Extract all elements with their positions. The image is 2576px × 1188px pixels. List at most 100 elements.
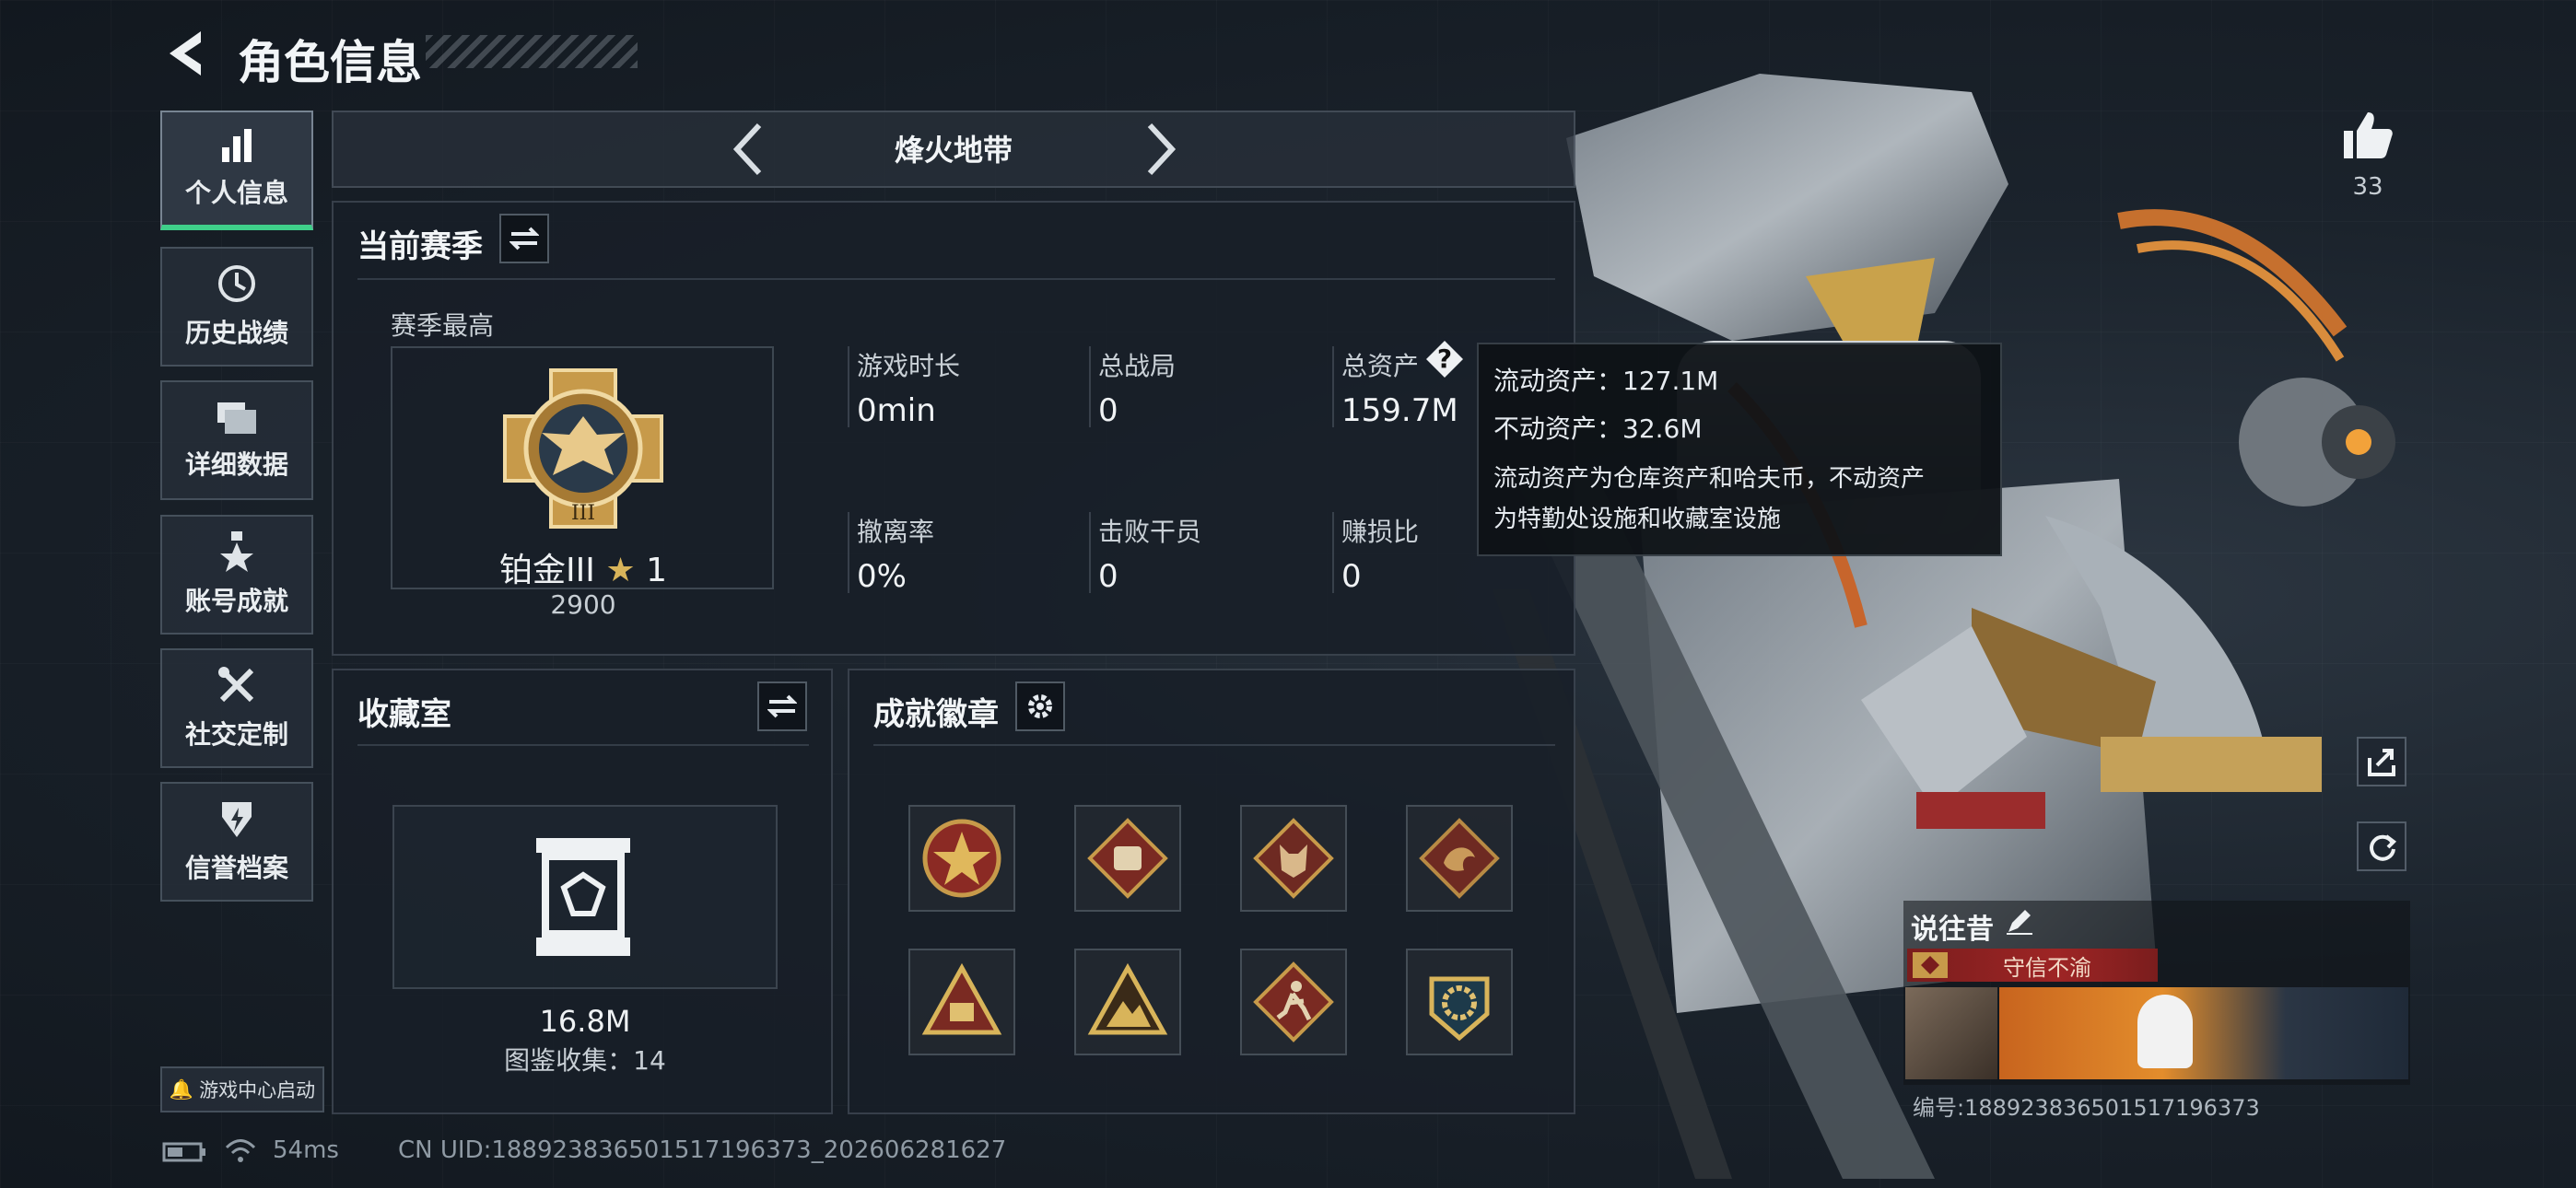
- sidebar-item-reputation[interactable]: 信誉档案: [160, 782, 313, 902]
- collection-title: 收藏室: [357, 696, 451, 733]
- tools-icon: [218, 667, 254, 703]
- launcher-label: 游戏中心启动: [199, 1079, 316, 1101]
- star-badge-icon: [922, 819, 1001, 898]
- badge-gear[interactable]: [1406, 949, 1513, 1055]
- fist-badge-icon: [1087, 818, 1168, 899]
- gear-icon: [1028, 694, 1052, 718]
- folder-icon: [217, 402, 256, 434]
- star-icon: ★: [605, 552, 636, 589]
- dragon-badge-icon: [1419, 818, 1500, 899]
- medal-icon: [220, 531, 253, 572]
- badges-settings-button[interactable]: [1015, 681, 1065, 731]
- badge-fist[interactable]: [1074, 805, 1181, 912]
- showcase-icon: [536, 838, 630, 956]
- rank-name: 铂金III: [499, 552, 595, 589]
- edit-pencil-icon[interactable]: [2005, 906, 2034, 936]
- sidebar-item-label: 个人信息: [184, 178, 288, 208]
- player-id: 编号:188923836501517196373: [1913, 1095, 2260, 1121]
- stat-label-total-matches: 总战局: [1098, 351, 1177, 381]
- divider: [1089, 512, 1091, 593]
- sidebar-item-label: 信誉档案: [184, 853, 288, 883]
- clock-icon: [218, 265, 255, 302]
- chevron-right-icon[interactable]: [1142, 122, 1179, 177]
- rank-emblem-icon: III: [503, 368, 663, 529]
- badge-wolf[interactable]: [1240, 805, 1347, 912]
- bell-icon: 🔔: [169, 1077, 194, 1101]
- sidebar-item-history[interactable]: 历史战绩: [160, 247, 313, 367]
- share-icon: [2368, 749, 2395, 776]
- rank-points: 2900: [550, 589, 616, 620]
- badge-mountain[interactable]: [1074, 949, 1181, 1055]
- sidebar-item-details[interactable]: 详细数据: [160, 380, 313, 500]
- season-title: 当前赛季: [357, 228, 483, 265]
- player-name: 说往昔: [1911, 914, 1994, 946]
- divider: [848, 512, 849, 593]
- page-title: 角色信息: [238, 36, 422, 89]
- stat-label-total-assets: 总资产: [1341, 351, 1420, 381]
- tag-emblem-icon: [1913, 952, 1948, 978]
- badge-dragon[interactable]: [1406, 805, 1513, 912]
- thumbs-up-icon[interactable]: [2340, 109, 2394, 162]
- stat-value-profit-ratio: 0: [1341, 558, 1362, 595]
- badge-runner[interactable]: [1240, 949, 1347, 1055]
- chevron-left-icon[interactable]: [730, 122, 767, 177]
- wifi-icon: [225, 1139, 256, 1162]
- refresh-button[interactable]: [2357, 821, 2406, 871]
- triangle-badge-icon: [921, 962, 1002, 1035]
- divider: [1332, 512, 1334, 593]
- season-switch-button[interactable]: [499, 214, 549, 263]
- battery-icon: [162, 1142, 205, 1162]
- ping-readout: 54ms: [273, 1136, 339, 1164]
- stat-label-operators-defeated: 击败干员: [1098, 517, 1202, 547]
- swap-icon: [767, 694, 797, 718]
- season-best-label: 赛季最高: [391, 310, 495, 341]
- tooltip-desc-line2: 为特勤处设施和收藏室设施: [1493, 506, 1782, 533]
- game-center-launch-button[interactable]: 🔔 游戏中心启动: [160, 1066, 324, 1112]
- stat-label-extraction-rate: 撤离率: [857, 517, 935, 547]
- title-tag-text: 守信不渝: [2003, 954, 2091, 981]
- runner-badge-icon: [1253, 961, 1334, 1042]
- gear-badge-icon: [1429, 976, 1490, 1042]
- like-count: 33: [2352, 173, 2383, 201]
- refresh-icon: [2370, 834, 2397, 861]
- sidebar-item-label: 详细数据: [184, 449, 288, 480]
- shield-icon: [222, 802, 252, 837]
- divider: [873, 744, 1555, 746]
- sidebar-item-label: 账号成就: [184, 586, 288, 616]
- mode-label: 烽火地带: [894, 133, 1013, 168]
- bar-chart-icon: [222, 129, 252, 162]
- mountain-badge-icon: [1087, 962, 1168, 1035]
- badge-star[interactable]: [908, 805, 1015, 912]
- stat-label-playtime: 游戏时长: [857, 351, 961, 381]
- sidebar-item-achievements[interactable]: 账号成就: [160, 515, 313, 635]
- swap-icon: [509, 227, 539, 250]
- collection-count: 图鉴收集：14: [504, 1045, 666, 1076]
- divider: [357, 278, 1555, 280]
- sidebar-item-social[interactable]: 社交定制: [160, 648, 313, 768]
- tooltip-fixed-assets: 不动资产：32.6M: [1493, 413, 1703, 444]
- title-decoration: [426, 35, 638, 68]
- sidebar-item-label: 社交定制: [184, 719, 288, 750]
- sidebar-item-label: 历史战绩: [184, 318, 288, 348]
- sidebar-item-personal-info[interactable]: 个人信息: [160, 111, 313, 230]
- rank-stars: 1: [646, 552, 667, 589]
- assets-tooltip: 流动资产：127.1M 不动资产：32.6M 流动资产为仓库资产和哈夫币，不动资…: [1477, 343, 2002, 556]
- tooltip-desc-line1: 流动资产为仓库资产和哈夫币，不动资产: [1493, 465, 1926, 493]
- divider: [1089, 346, 1091, 427]
- stat-value-total-assets: 159.7M: [1341, 392, 1458, 429]
- badge-triangle[interactable]: [908, 949, 1015, 1055]
- collection-switch-button[interactable]: [757, 681, 807, 731]
- stat-label-profit-ratio: 赚损比: [1341, 517, 1420, 547]
- name-card-banner: [1999, 987, 2408, 1079]
- avatar[interactable]: [1905, 987, 1997, 1079]
- share-button[interactable]: [2357, 737, 2406, 786]
- stat-value-operators-defeated: 0: [1098, 558, 1118, 595]
- stat-value-playtime: 0min: [857, 392, 936, 429]
- badges-title: 成就徽章: [873, 696, 999, 733]
- uid-readout: CN UID:188923836501517196373_20260628162…: [398, 1136, 1007, 1164]
- tooltip-liquid-assets: 流动资产：127.1M: [1493, 366, 1719, 396]
- rank-line: 铂金III ★ 1: [405, 543, 761, 591]
- collection-value: 16.8M: [539, 1004, 631, 1039]
- title-tag: 守信不渝: [1907, 949, 2158, 982]
- back-arrow-icon[interactable]: [164, 28, 206, 79]
